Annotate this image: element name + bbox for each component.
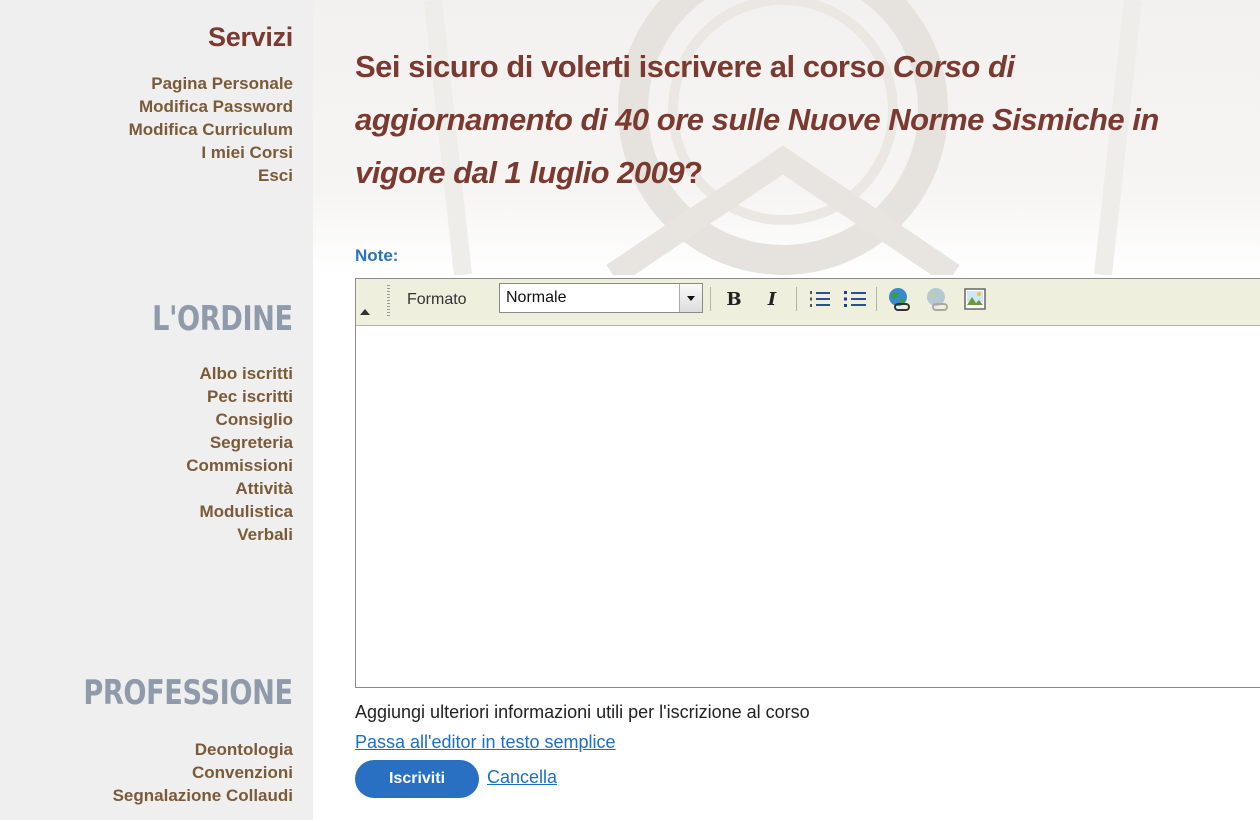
rich-text-editor: Formato Normale B I bbox=[355, 278, 1260, 688]
sidebar-item: Commissioni bbox=[117, 454, 293, 477]
ordered-list-icon[interactable] bbox=[807, 285, 833, 313]
toolbar-grip-icon bbox=[387, 285, 390, 317]
bold-icon[interactable]: B bbox=[721, 285, 747, 313]
format-select[interactable]: Normale bbox=[499, 283, 703, 313]
sidebar-item-pagina-personale[interactable]: Pagina Personale bbox=[151, 74, 293, 93]
sidebar-section-title: PROFESSIONE bbox=[83, 673, 294, 713]
sidebar-item-verbali[interactable]: Verbali bbox=[237, 525, 293, 544]
sidebar-item: Modifica Password bbox=[129, 95, 293, 118]
sidebar-item-modifica-password[interactable]: Modifica Password bbox=[139, 97, 293, 116]
format-select-value: Normale bbox=[506, 289, 567, 306]
sidebar-item-commissioni[interactable]: Commissioni bbox=[186, 456, 293, 475]
chevron-down-icon[interactable] bbox=[679, 284, 702, 312]
sidebar-item: Consiglio bbox=[117, 408, 293, 431]
toolbar-divider bbox=[876, 287, 877, 311]
sidebar-item: Pec iscritti bbox=[117, 385, 293, 408]
format-label: Formato bbox=[407, 291, 467, 308]
sidebar-item-attivita[interactable]: Attività bbox=[235, 479, 293, 498]
sidebar-item: Deontologia bbox=[31, 738, 293, 761]
collapse-toolbar-icon[interactable] bbox=[360, 309, 370, 315]
sidebar-section-servizi: Servizi Pagina Personale Modifica Passwo… bbox=[129, 22, 294, 187]
sidebar: Servizi Pagina Personale Modifica Passwo… bbox=[0, 0, 313, 820]
sidebar-item: Segreteria bbox=[117, 431, 293, 454]
sidebar-item-miei-corsi[interactable]: I miei Corsi bbox=[201, 143, 293, 162]
sidebar-item-albo-iscritti[interactable]: Albo iscritti bbox=[199, 364, 293, 383]
sidebar-item-consiglio[interactable]: Consiglio bbox=[216, 410, 293, 429]
sidebar-item: Convenzioni bbox=[31, 761, 293, 784]
sidebar-item: Modulistica bbox=[117, 500, 293, 523]
sidebar-menu: Pagina Personale Modifica Password Modif… bbox=[129, 72, 293, 187]
sidebar-section-professione: PROFESSIONE Deontologia Convenzioni Segn… bbox=[31, 673, 294, 807]
sidebar-item-segnalazione-collaudi[interactable]: Segnalazione Collaudi bbox=[113, 786, 293, 805]
note-label: Note: bbox=[355, 246, 399, 265]
sidebar-item-modifica-curriculum[interactable]: Modifica Curriculum bbox=[129, 120, 293, 139]
sidebar-item: I miei Corsi bbox=[129, 141, 293, 164]
unordered-list-icon[interactable] bbox=[842, 285, 868, 313]
help-text: Aggiungi ulteriori informazioni utili pe… bbox=[355, 702, 810, 722]
sidebar-item: Segnalazione Collaudi bbox=[31, 784, 293, 807]
insert-link-icon[interactable] bbox=[886, 285, 912, 313]
title-prefix: Sei sicuro di volerti iscrivere al corso bbox=[355, 49, 893, 84]
sidebar-section-title: Servizi bbox=[208, 22, 293, 52]
sidebar-item: Pagina Personale bbox=[129, 72, 293, 95]
sidebar-item-convenzioni[interactable]: Convenzioni bbox=[192, 763, 293, 782]
iscriviti-button[interactable]: Iscriviti bbox=[355, 760, 479, 798]
editor-toolbar: Formato Normale B I bbox=[356, 279, 1260, 326]
sidebar-menu: Deontologia Convenzioni Segnalazione Col… bbox=[31, 738, 293, 807]
sidebar-menu: Albo iscritti Pec iscritti Consiglio Seg… bbox=[117, 362, 293, 546]
sidebar-item: Attività bbox=[117, 477, 293, 500]
page-title: Sei sicuro di volerti iscrivere al corso… bbox=[355, 40, 1195, 199]
italic-icon[interactable]: I bbox=[759, 285, 785, 313]
plain-text-editor-link[interactable]: Passa all'editor in testo semplice bbox=[355, 732, 616, 753]
sidebar-item: Esci bbox=[129, 164, 293, 187]
insert-image-icon[interactable] bbox=[962, 285, 988, 313]
sidebar-item: Verbali bbox=[117, 523, 293, 546]
sidebar-item-esci[interactable]: Esci bbox=[258, 166, 293, 185]
sidebar-item-modulistica[interactable]: Modulistica bbox=[199, 502, 293, 521]
cancel-link[interactable]: Cancella bbox=[487, 767, 557, 788]
main-content: Sei sicuro di volerti iscrivere al corso… bbox=[313, 0, 1260, 820]
sidebar-item: Modifica Curriculum bbox=[129, 118, 293, 141]
toolbar-divider bbox=[710, 287, 711, 311]
sidebar-section-ordine: L'ORDINE Albo iscritti Pec iscritti Cons… bbox=[117, 300, 293, 546]
sidebar-item-deontologia[interactable]: Deontologia bbox=[195, 740, 293, 759]
toolbar-divider bbox=[796, 287, 797, 311]
sidebar-item: Albo iscritti bbox=[117, 362, 293, 385]
editor-content-area[interactable] bbox=[356, 326, 1260, 687]
sidebar-item-pec-iscritti[interactable]: Pec iscritti bbox=[207, 387, 293, 406]
remove-link-icon[interactable] bbox=[924, 285, 950, 313]
sidebar-section-title: L'ORDINE bbox=[152, 299, 293, 339]
title-suffix: ? bbox=[684, 155, 703, 190]
sidebar-item-segreteria[interactable]: Segreteria bbox=[210, 433, 293, 452]
